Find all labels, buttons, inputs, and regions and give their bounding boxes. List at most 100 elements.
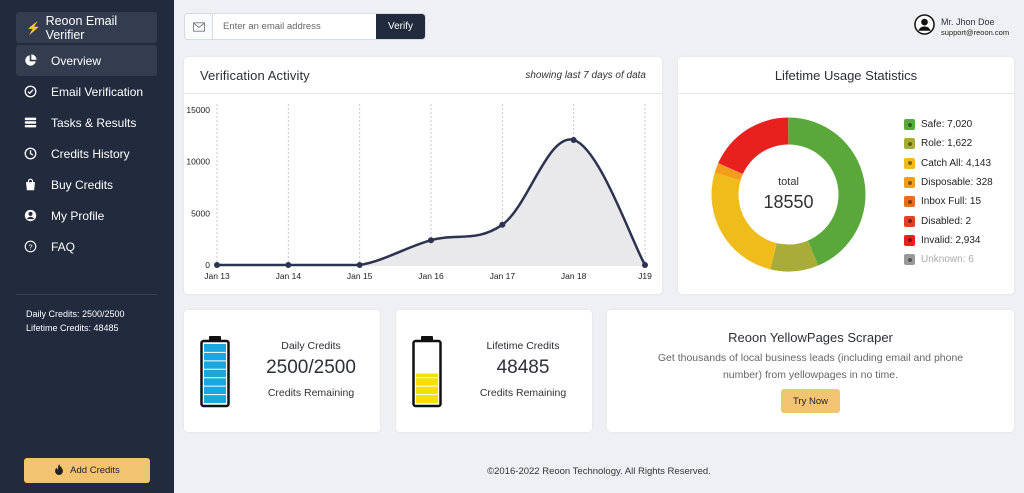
sidebar-item-credits-history[interactable]: Credits History (16, 138, 157, 169)
sidebar-item-email-verification[interactable]: Email Verification (16, 76, 157, 107)
y-tick-label: 10000 (186, 157, 210, 167)
try-now-button[interactable]: Try Now (781, 389, 840, 413)
legend-swatch (904, 157, 915, 169)
sidebar-lifetime-credits: Lifetime Credits: 48485 (26, 323, 119, 333)
data-point[interactable] (285, 262, 292, 268)
lifetime-credits-title: Lifetime Credits (486, 340, 560, 352)
data-point[interactable] (570, 136, 577, 143)
user-circle-icon (24, 209, 51, 222)
y-tick-label: 5000 (191, 208, 210, 218)
sidebar-item-overview[interactable]: Overview (16, 45, 157, 76)
legend-item[interactable]: Disabled: 2 (904, 211, 993, 230)
usage-legend: Safe: 7,020 Role: 1,622 Catch All: 4,143 Di… (904, 115, 993, 269)
sidebar-item-faq[interactable]: ? FAQ (16, 231, 157, 262)
brand[interactable]: ⚡ Reoon Email Verifier (16, 12, 157, 43)
battery-half-icon (412, 336, 442, 408)
sidebar-divider (16, 294, 157, 295)
daily-credits-card: Daily Credits 2500/2500 Credits Remainin… (184, 310, 380, 432)
brand-name: Reoon Email Verifier (45, 13, 118, 42)
data-point[interactable] (642, 262, 648, 268)
sidebar-item-my-profile[interactable]: My Profile (16, 200, 157, 231)
donut-total-label: total (778, 176, 799, 188)
user-profile[interactable]: Mr. Jhon Doe support@reoon.com (914, 14, 1009, 40)
bolt-icon: ⚡ (26, 20, 41, 35)
legend-item[interactable]: Disposable: 328 (904, 173, 993, 192)
legend-label: Unknown: 6 (921, 254, 974, 266)
lifetime-credits-caption: Credits Remaining (479, 387, 567, 399)
legend-item[interactable]: Safe: 7,020 (904, 115, 993, 134)
y-tick-label: 15000 (186, 105, 210, 115)
add-credits-button[interactable]: Add Credits (24, 458, 150, 483)
add-credits-label: Add Credits (70, 465, 120, 476)
legend-label: Disabled: 2 (921, 215, 972, 227)
activity-header: Verification Activity showing last 7 day… (184, 57, 662, 94)
legend-item[interactable]: Invalid: 2,934 (904, 231, 993, 250)
legend-swatch (904, 234, 915, 246)
activity-chart: 0 5000 10000 15000 Jan 13 Jan 14 Jan 15 Jan 16 J… (186, 104, 652, 281)
x-tick-label: Jan 14 (276, 271, 302, 281)
sidebar-daily-credits: Daily Credits: 2500/2500 (26, 309, 125, 319)
tasks-icon (24, 116, 51, 129)
sidebar-item-buy-credits[interactable]: Buy Credits (16, 169, 157, 200)
x-tick-label: Jan 15 (347, 271, 373, 281)
legend-item[interactable]: Unknown: 6 (904, 250, 993, 269)
legend-item[interactable]: Inbox Full: 15 (904, 192, 993, 211)
sidebar-item-label: Credits History (51, 146, 130, 161)
x-tick-label: Jan 16 (418, 271, 444, 281)
verify-button[interactable]: Verify (376, 14, 425, 39)
fire-icon (54, 463, 64, 478)
data-point[interactable] (356, 262, 363, 268)
legend-swatch (904, 215, 915, 227)
series-area (217, 139, 645, 265)
legend-swatch (904, 196, 915, 208)
user-name: Mr. Jhon Doe (941, 17, 995, 27)
user-email: support@reoon.com (941, 28, 1010, 37)
lifetime-credits-value: 48485 (496, 357, 550, 378)
legend-label: Role: 1,622 (921, 138, 973, 150)
promo-title: Reoon YellowPages Scraper (728, 330, 893, 345)
legend-label: Inbox Full: 15 (921, 196, 982, 208)
lifetime-usage-card: Lifetime Usage Statistics total 18550 Sa… (678, 57, 1014, 294)
svg-text:?: ? (28, 242, 32, 251)
sidebar-item-label: Overview (51, 53, 102, 68)
x-tick-label: J19 (638, 271, 652, 281)
donut-total-value: 18550 (763, 192, 814, 212)
legend-swatch (904, 119, 915, 131)
email-verify-form: Verify (184, 13, 426, 40)
legend-label: Disposable: 328 (921, 177, 993, 189)
battery-full-icon (200, 336, 230, 408)
shopping-bag-icon (24, 178, 51, 191)
lifetime-credits-card: Lifetime Credits 48485 Credits Remaining (396, 310, 592, 432)
check-circle-icon (24, 85, 51, 98)
legend-label: Safe: 7,020 (921, 119, 973, 131)
data-point[interactable] (499, 221, 506, 228)
daily-credits-value: 2500/2500 (266, 357, 356, 378)
verification-activity-card: Verification Activity showing last 7 day… (184, 57, 662, 294)
legend-item[interactable]: Role: 1,622 (904, 134, 993, 153)
legend-item[interactable]: Catch All: 4,143 (904, 154, 993, 173)
activity-title: Verification Activity (200, 67, 310, 83)
data-point[interactable] (428, 237, 434, 244)
email-input[interactable] (213, 14, 376, 39)
sidebar-item-tasks-results[interactable]: Tasks & Results (16, 107, 157, 138)
x-tick-label: Jan 18 (561, 271, 587, 281)
x-tick-label: Jan 13 (204, 271, 230, 281)
sidebar-credits-summary: Daily Credits: 2500/2500 Lifetime Credit… (26, 307, 125, 335)
footer-copyright: ©2016-2022 Reoon Technology. All Rights … (487, 466, 711, 477)
legend-label: Catch All: 4,143 (921, 157, 992, 169)
daily-credits-caption: Credits Remaining (267, 387, 355, 399)
legend-swatch (904, 138, 915, 150)
yellowpages-promo-card: Reoon YellowPages Scraper Get thousands … (607, 310, 1014, 432)
legend-label: Invalid: 2,934 (921, 234, 981, 246)
user-avatar-icon (914, 14, 935, 40)
sidebar-item-label: My Profile (51, 208, 105, 223)
sidebar-item-label: Buy Credits (51, 177, 114, 192)
envelope-icon (185, 14, 213, 39)
sidebar-item-label: Email Verification (51, 84, 144, 99)
history-icon (24, 147, 51, 160)
legend-swatch (904, 177, 915, 189)
y-tick-label: 0 (205, 260, 210, 270)
sidebar-item-label: Tasks & Results (51, 115, 137, 130)
daily-credits-title: Daily Credits (281, 340, 341, 352)
data-point[interactable] (214, 262, 220, 268)
